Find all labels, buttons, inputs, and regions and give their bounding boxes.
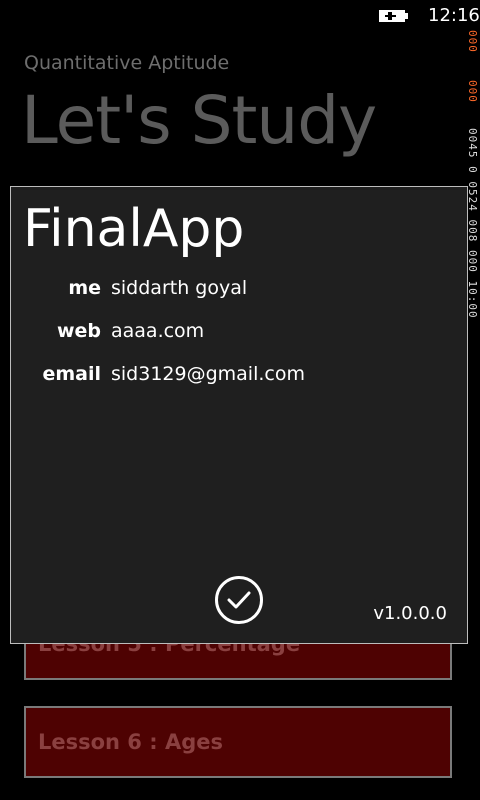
info-key: me	[68, 277, 101, 299]
info-key: email	[42, 363, 101, 385]
info-value: sid3129@gmail.com	[111, 363, 305, 385]
app-name: Quantitative Aptitude	[24, 52, 230, 74]
about-dialog: FinalApp me siddarth goyal web aaaa.com …	[10, 186, 468, 644]
frame-counter-red-1: 000	[466, 30, 479, 53]
checkmark-icon	[227, 591, 251, 609]
lesson-tile-ages[interactable]: Lesson 6 : Ages	[24, 706, 452, 778]
version-label: v1.0.0.0	[373, 603, 447, 624]
info-row-me: me siddarth goyal	[11, 277, 451, 307]
frame-counter-red-2: 000	[466, 80, 479, 103]
page-title: Let's Study	[21, 82, 377, 159]
clock: 12:16	[428, 5, 480, 26]
dialog-title: FinalApp	[23, 199, 245, 259]
info-row-email: email sid3129@gmail.com	[11, 363, 451, 393]
lesson-label: Lesson 6 : Ages	[38, 730, 223, 754]
battery-charging-icon	[379, 10, 408, 22]
info-key: web	[56, 320, 101, 342]
status-bar: 12:16	[0, 0, 480, 32]
info-value: siddarth goyal	[111, 277, 248, 299]
ok-button[interactable]	[215, 576, 263, 624]
info-row-web: web aaaa.com	[11, 320, 451, 350]
info-value: aaaa.com	[111, 320, 205, 342]
